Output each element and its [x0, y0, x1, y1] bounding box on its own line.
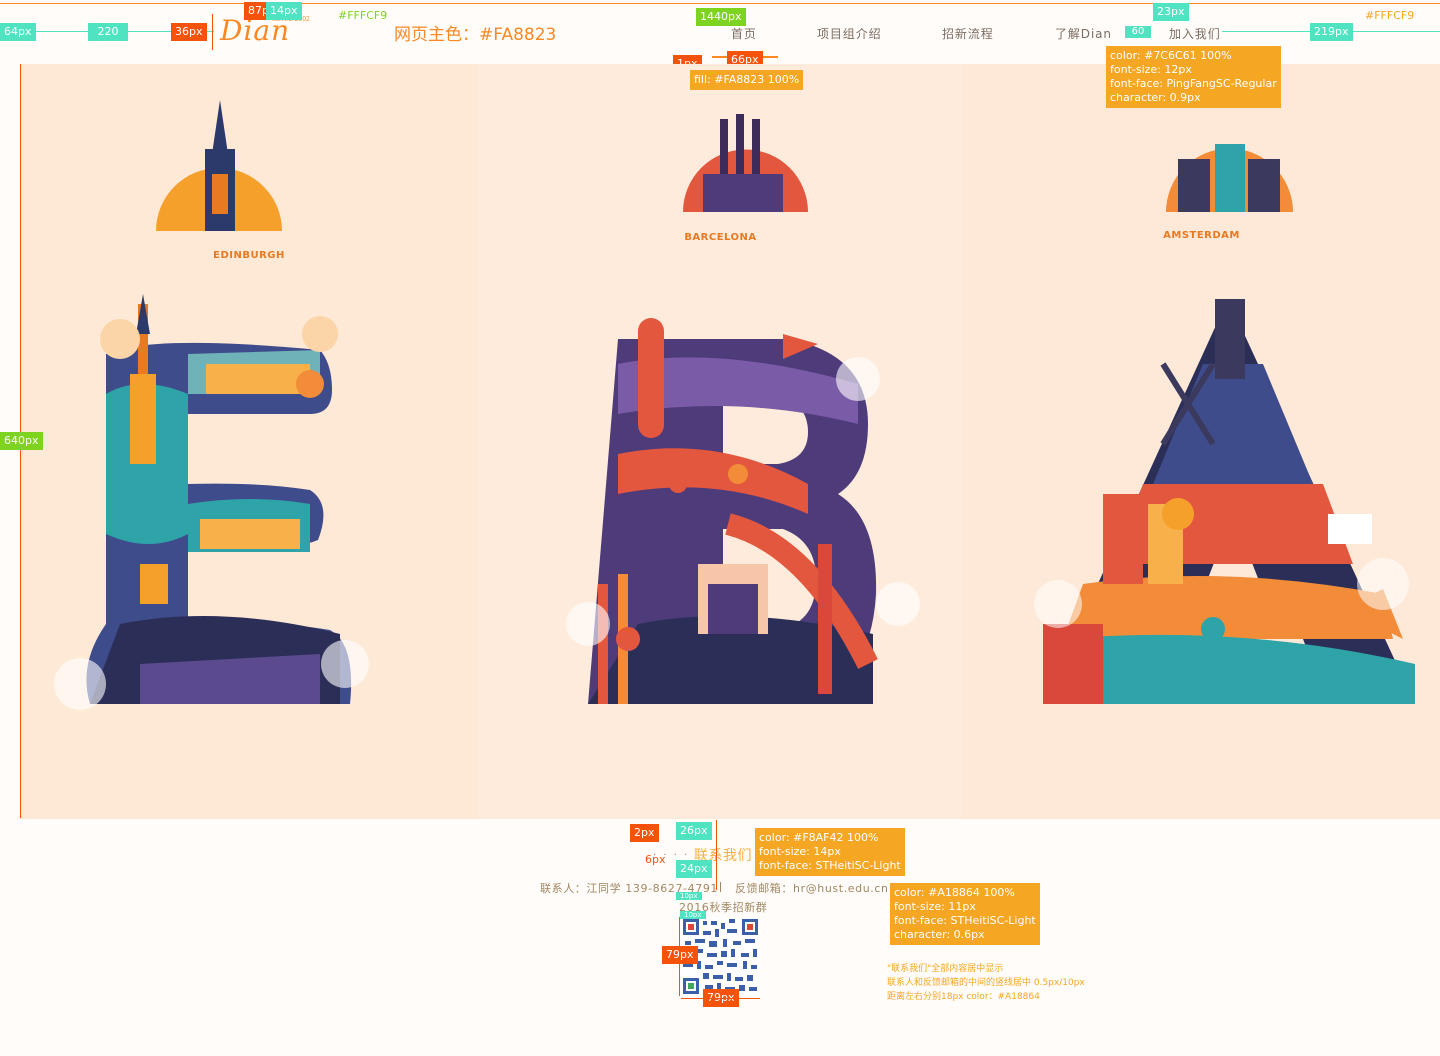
edinburgh-panel[interactable]: EDINBURGH	[20, 64, 478, 819]
measure-36: 36px	[171, 23, 207, 41]
nav-join-us[interactable]: 加入我们	[1169, 25, 1221, 42]
nav-home[interactable]: 首页	[731, 25, 757, 42]
amsterdam-panel[interactable]: AMSTERDAM	[963, 64, 1440, 819]
measure-10a: 10px	[676, 892, 702, 900]
city-label-edinburgh: EDINBURGH	[213, 250, 285, 261]
layout-note-2: 联系人和反馈邮箱的中间的竖线居中 0.5px/10px	[887, 978, 1085, 988]
title-spec-color: color: #F8AF42 100%	[759, 831, 879, 844]
nav-spec-color: color: #7C6C61 100%	[1110, 49, 1232, 62]
layout-note-3: 距离左右分别18px color：#A18864	[887, 992, 1040, 1002]
text-spec-face: font-face: STHeitiSC-Light	[894, 914, 1036, 927]
title-spec-tooltip: color: #F8AF42 100% font-size: 14px font…	[755, 828, 905, 876]
text-spec-spacing: character: 0.6px	[894, 928, 985, 941]
nav-about-dian[interactable]: 了解Dian	[1055, 25, 1112, 42]
bg-color-note-right: #FFFCF9	[1365, 9, 1415, 22]
text-spec-size: font-size: 11px	[894, 900, 976, 913]
guide-logo-height	[212, 14, 213, 50]
fill-spec-line: fill: #FA8823 100%	[694, 73, 800, 86]
measure-line-1440	[0, 3, 1440, 4]
layout-note-1: "联系我们"全部内容居中显示	[887, 964, 1004, 974]
main-color-note: 网页主色：#FA8823	[394, 25, 557, 45]
nav-projects[interactable]: 项目组介绍	[817, 25, 882, 42]
text-spec-color: color: #A18864 100%	[894, 886, 1015, 899]
amsterdam-illustration	[1034, 144, 1415, 704]
nav-spec-tooltip: color: #7C6C61 100% font-size: 12px font…	[1106, 46, 1281, 108]
title-spec-size: font-size: 14px	[759, 845, 841, 858]
guide-qr-height	[679, 917, 680, 996]
measure-26: 26px	[676, 822, 712, 840]
fill-spec-tooltip: fill: #FA8823 100%	[690, 70, 804, 90]
barcelona-panel[interactable]: BARCELONA	[478, 64, 963, 819]
measure-23: 23px	[1153, 3, 1189, 21]
measure-60: 60	[1125, 26, 1151, 38]
guide-footer-spacing	[716, 820, 717, 890]
city-label-amsterdam: AMSTERDAM	[1163, 230, 1240, 241]
nav-spec-face: font-face: PingFangSC-Regular	[1110, 77, 1277, 90]
measure-1440: 1440px	[696, 8, 746, 26]
measure-6: 6px	[645, 853, 666, 866]
guide-qr-width	[681, 998, 760, 999]
edinburgh-illustration	[54, 100, 369, 710]
measure-10b: 10px	[680, 911, 706, 919]
barcelona-illustration	[566, 114, 920, 704]
measure-14: 14px	[266, 2, 302, 20]
city-label-barcelona: BARCELONA	[684, 232, 757, 243]
nav-spec-spacing: character: 0.9px	[1110, 91, 1201, 104]
feedback-email[interactable]: 反馈邮箱：hr@hust.edu.cn	[735, 880, 889, 896]
nav-recruit-process[interactable]: 招新流程	[942, 25, 994, 42]
text-spec-tooltip: color: #A18864 100% font-size: 11px font…	[890, 883, 1040, 945]
measure-640: 640px	[0, 432, 43, 450]
bg-color-note-left: #FFFCF9	[338, 9, 388, 22]
title-spec-face: font-face: STHeitiSC-Light	[759, 859, 901, 872]
measure-219: 219px	[1310, 23, 1353, 41]
measure-2: 2px	[630, 824, 659, 842]
measure-24: 24px	[676, 860, 712, 878]
nav-spec-size: font-size: 12px	[1110, 63, 1192, 76]
layout-notes: "联系我们"全部内容居中显示 联系人和反馈邮箱的中间的竖线居中 0.5px/10…	[887, 962, 1085, 1004]
measure-64: 64px	[0, 23, 36, 41]
contact-divider	[720, 882, 721, 892]
measure-220: 220	[88, 23, 128, 41]
